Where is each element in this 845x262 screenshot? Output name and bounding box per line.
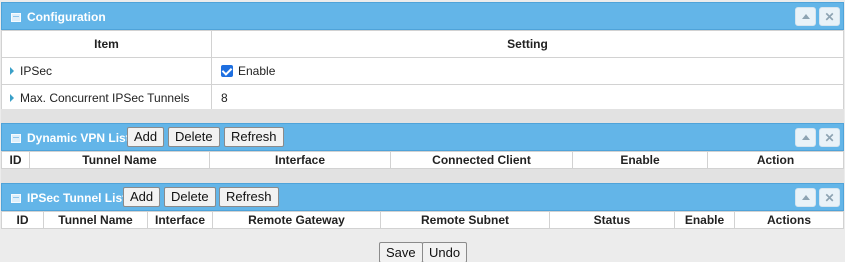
triangle-up-icon (801, 14, 810, 19)
configuration-panel: Configuration ✕ Item Setting IPSec Enabl… (1, 2, 844, 112)
close-button[interactable]: ✕ (819, 7, 840, 26)
undo-button[interactable]: Undo (422, 242, 468, 262)
collapse-button[interactable] (795, 7, 816, 26)
close-button[interactable]: ✕ (819, 188, 840, 207)
ipsec-item-label: IPSec (20, 64, 53, 78)
ipsec-tunnel-panel: IPSec Tunnel List Add Delete Refresh ✕ I… (1, 183, 844, 229)
collapse-button[interactable] (795, 128, 816, 147)
configuration-title: Configuration (27, 10, 106, 24)
ipsec-tunnel-table: ID Tunnel Name Interface Remote Gateway … (1, 211, 844, 229)
dynamic-vpn-panel: Dynamic VPN List Add Delete Refresh ✕ ID… (1, 123, 844, 169)
column-header-id: ID (1, 151, 30, 169)
dynamic-vpn-table: ID Tunnel Name Interface Connected Clien… (1, 151, 844, 169)
max-tunnels-item-label: Max. Concurrent IPSec Tunnels (20, 91, 190, 105)
column-header-tunnel-name: Tunnel Name (29, 151, 210, 169)
triangle-right-icon (10, 93, 14, 102)
window-icon (11, 12, 21, 22)
close-icon: ✕ (824, 130, 835, 145)
ipsec-enable-checkbox[interactable] (221, 64, 233, 77)
dynamic-vpn-title: Dynamic VPN List (27, 131, 130, 145)
dynamic-vpn-delete-button[interactable]: Delete (168, 127, 220, 147)
column-header-remote-gateway: Remote Gateway (212, 211, 381, 229)
configuration-table: Item Setting IPSec Enable Max. Concurren… (1, 30, 844, 112)
column-header-item: Item (1, 30, 212, 58)
ipsec-enable-label: Enable (238, 64, 276, 78)
window-icon (11, 193, 21, 203)
ipsec-tunnel-add-button[interactable]: Add (123, 187, 161, 207)
window-icon (11, 133, 21, 143)
column-header-interface: Interface (209, 151, 391, 169)
dynamic-vpn-header: Dynamic VPN List Add Delete Refresh ✕ (1, 123, 844, 151)
configuration-header: Configuration ✕ (1, 2, 844, 30)
column-header-id: ID (1, 211, 44, 229)
close-icon: ✕ (824, 9, 835, 24)
column-header-actions: Actions (734, 211, 844, 229)
dynamic-vpn-add-button[interactable]: Add (127, 127, 165, 147)
collapse-button[interactable] (795, 188, 816, 207)
ipsec-tunnel-refresh-button[interactable]: Refresh (219, 187, 279, 207)
ipsec-tunnel-header: IPSec Tunnel List Add Delete Refresh ✕ (1, 183, 844, 211)
column-header-status: Status (549, 211, 675, 229)
column-header-enable: Enable (572, 151, 708, 169)
close-icon: ✕ (824, 190, 835, 205)
ipsec-tunnel-title: IPSec Tunnel List (27, 191, 127, 205)
section-spacer (1, 169, 844, 183)
column-header-action: Action (707, 151, 844, 169)
column-header-connected-client: Connected Client (390, 151, 573, 169)
triangle-up-icon (801, 135, 810, 140)
table-row: Max. Concurrent IPSec Tunnels 8 (1, 84, 844, 112)
triangle-up-icon (801, 195, 810, 200)
ipsec-tunnel-delete-button[interactable]: Delete (164, 187, 216, 207)
max-tunnels-value[interactable]: 8 (221, 91, 228, 105)
section-spacer (1, 109, 844, 123)
save-button[interactable]: Save (379, 242, 423, 262)
triangle-right-icon (10, 66, 14, 75)
dynamic-vpn-refresh-button[interactable]: Refresh (224, 127, 284, 147)
close-button[interactable]: ✕ (819, 128, 840, 147)
table-row: IPSec Enable (1, 57, 844, 85)
column-header-setting: Setting (211, 30, 844, 58)
column-header-interface: Interface (147, 211, 213, 229)
column-header-remote-subnet: Remote Subnet (380, 211, 550, 229)
column-header-tunnel-name: Tunnel Name (43, 211, 148, 229)
column-header-enable: Enable (674, 211, 735, 229)
